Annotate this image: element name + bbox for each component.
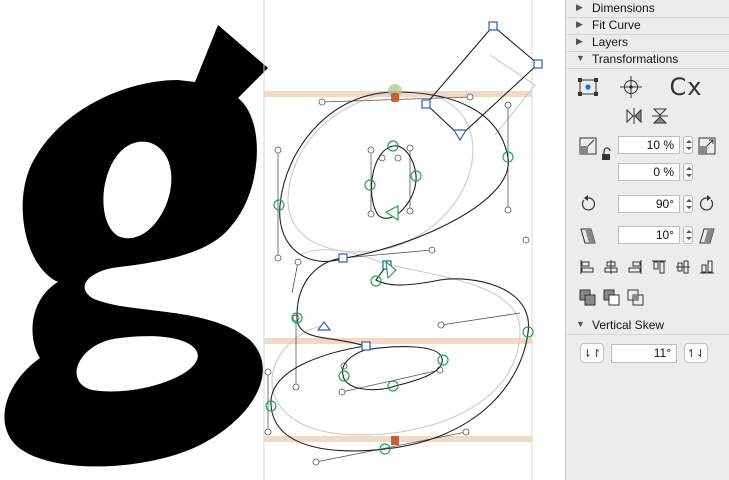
align-left-icon[interactable] — [578, 258, 596, 276]
align-center-v-icon[interactable] — [674, 258, 692, 276]
metric-lines — [263, 0, 533, 480]
skew-decrease-button[interactable]: ⇂↾ — [580, 343, 604, 363]
slant-right-icon[interactable] — [697, 226, 717, 246]
skew-increase-button[interactable]: ↿⇃ — [684, 343, 708, 363]
section-layers[interactable]: ▶ Layers — [566, 34, 729, 52]
scale-width-stepper[interactable] — [683, 136, 693, 154]
slant-stepper[interactable] — [683, 226, 693, 244]
scale-height-field[interactable]: 0 % — [618, 163, 680, 181]
slant-field[interactable]: 10° — [618, 226, 680, 244]
disclosure-down-icon[interactable]: ▼ — [576, 319, 585, 329]
flip-horizontal-icon[interactable] — [624, 106, 644, 126]
disclosure-down-icon[interactable]: ▼ — [576, 53, 585, 63]
scale-height-stepper[interactable] — [683, 163, 693, 181]
vertical-skew-field[interactable]: 11° — [611, 344, 677, 363]
align-right-icon[interactable] — [626, 258, 644, 276]
section-transformations[interactable]: ▼ Transformations — [566, 51, 729, 69]
union-icon[interactable] — [578, 288, 598, 308]
bounding-box-origin-icon[interactable] — [576, 76, 600, 98]
section-fit-curve[interactable]: ▶ Fit Curve — [566, 17, 729, 35]
section-layers-label: Layers — [592, 35, 629, 49]
smooth-nodes[interactable] — [265, 140, 534, 455]
skew-down-arrows-icon: ⇂↾ — [582, 347, 602, 360]
slant-left-icon[interactable] — [578, 226, 598, 246]
section-fit-curve-label: Fit Curve — [592, 18, 641, 32]
lock-open-icon[interactable] — [600, 147, 614, 161]
intersect-icon[interactable] — [626, 288, 646, 308]
rotate-cw-icon[interactable] — [697, 194, 717, 214]
section-transformations-label: Transformations — [592, 52, 679, 66]
rotate-field[interactable]: 90° — [618, 195, 680, 213]
align-bottom-icon[interactable] — [698, 258, 716, 276]
scale-up-icon[interactable] — [697, 136, 717, 156]
glyph-canvas[interactable] — [0, 0, 565, 480]
section-vertical-skew[interactable]: ▼ Vertical Skew — [566, 316, 729, 335]
rotate-ccw-icon[interactable] — [578, 194, 598, 214]
section-dimensions-label: Dimensions — [592, 1, 655, 15]
scale-width-field[interactable]: 10 % — [618, 136, 680, 154]
glyph-preview — [4, 25, 269, 467]
flip-vertical-icon[interactable] — [650, 106, 670, 126]
align-toolbar — [578, 258, 718, 278]
align-center-h-icon[interactable] — [602, 258, 620, 276]
disclosure-right-icon[interactable]: ▶ — [576, 2, 583, 13]
section-vertical-skew-label: Vertical Skew — [592, 318, 665, 332]
disclosure-right-icon[interactable]: ▶ — [576, 19, 583, 30]
crosshair-origin-icon[interactable] — [618, 75, 644, 99]
scale-down-icon[interactable] — [578, 136, 598, 156]
section-dimensions[interactable]: ▶ Dimensions — [566, 0, 729, 18]
skew-up-arrows-icon: ↿⇃ — [686, 347, 706, 360]
canvas-svg — [4, 0, 543, 480]
palette-panel: ▶ Dimensions ▶ Fit Curve ▶ Layers ▼ Tran… — [565, 0, 729, 480]
center-x-origin-icon[interactable]: Cx — [658, 73, 714, 101]
align-top-icon[interactable] — [650, 258, 668, 276]
subtract-icon[interactable] — [602, 288, 622, 308]
disclosure-right-icon[interactable]: ▶ — [576, 36, 583, 47]
rotate-stepper[interactable] — [683, 195, 693, 213]
